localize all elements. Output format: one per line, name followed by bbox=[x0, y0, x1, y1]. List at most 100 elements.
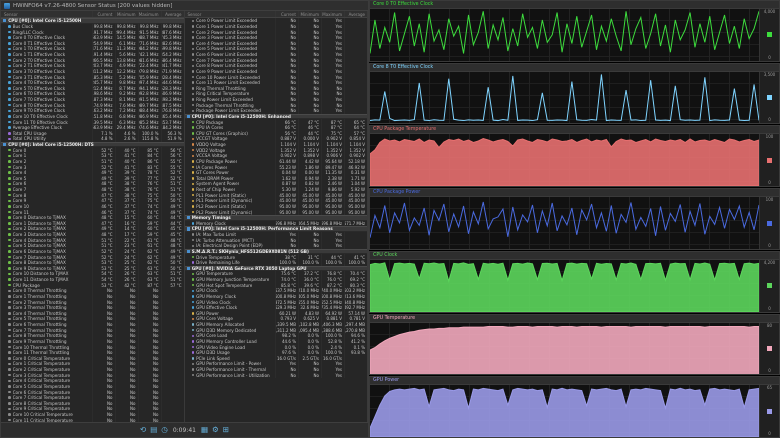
sensor-label: GPU Effective Clock bbox=[196, 305, 238, 311]
graph-titlebar[interactable]: CPU Package Power bbox=[370, 189, 779, 198]
sensor-row[interactable]: Memory Clock 1,596.8 MHz1,064.5 MHz1,596.… bbox=[185, 220, 368, 227]
column-header-sensor[interactable]: Sensor bbox=[185, 12, 276, 17]
sensor-gauge-icon bbox=[8, 30, 11, 34]
sensor-row[interactable]: Total CPU Utility 4.8 % 2.6 % 115.8 % 51.9 % bbox=[1, 136, 184, 142]
device-section-icon bbox=[186, 114, 190, 119]
sensor-gauge-icon bbox=[8, 120, 11, 124]
sensor-gauge-icon bbox=[191, 312, 195, 315]
sensor-row[interactable]: GPU Performance Limit - Utilization No No Y… bbox=[185, 372, 368, 378]
sensor-value-current: No bbox=[275, 243, 298, 249]
sensor-gauge-icon bbox=[8, 42, 11, 45]
graph-title: GPU Temperature bbox=[373, 315, 416, 321]
sensor-value-min: 2.6 % bbox=[114, 136, 138, 142]
column-header-minimum[interactable]: Minimum bbox=[298, 11, 321, 17]
sensor-label: GPU Performance Limit - Thermal bbox=[196, 367, 266, 373]
sensor-gauge-icon bbox=[8, 328, 11, 332]
column-header-current[interactable]: Current bbox=[91, 11, 115, 17]
device-section-icon bbox=[186, 216, 190, 220]
sensor-label: Core 7 bbox=[12, 187, 27, 193]
sensor-label: Core 5 Critical Temperature bbox=[12, 383, 71, 389]
reset-minmax-icon[interactable]: ⟲ bbox=[140, 426, 146, 434]
device-section-icon bbox=[3, 19, 7, 23]
graph-icon[interactable]: ▦ bbox=[201, 426, 208, 434]
graph-plot-area bbox=[370, 71, 759, 124]
sensor-gauge-icon bbox=[8, 70, 11, 73]
sensor-label: Ring Critical Temperature bbox=[196, 91, 250, 97]
sensor-label: Core 10 Critical Temperature bbox=[12, 412, 73, 418]
sensor-label: Core 10 Thermal Throttling bbox=[12, 344, 70, 350]
sensor-gauge-icon bbox=[8, 379, 11, 383]
sensor-gauge-icon bbox=[191, 58, 195, 62]
sensor-value-current: 100.0 % bbox=[275, 259, 298, 266]
sensor-label: IA Cores Power bbox=[196, 164, 228, 170]
sensor-label: Core 3 T1 Effective Clock bbox=[12, 74, 66, 80]
graph-legend-swatch bbox=[767, 283, 772, 289]
sensor-gauge-icon bbox=[191, 126, 195, 129]
sensor-gauge-icon bbox=[191, 199, 195, 203]
sensor-label: Core 4 Critical Temperature bbox=[12, 378, 71, 384]
sensor-gauge-icon bbox=[191, 368, 195, 371]
status-toolbar: ⟲ ▤ ◷ 0:09:41 ▦ ⚙ ⊞ bbox=[1, 422, 368, 437]
graph-scale-max: 3,500 bbox=[763, 71, 776, 77]
graph-titlebar[interactable]: GPU Power bbox=[370, 377, 779, 386]
graph-titlebar[interactable]: GPU Temperature bbox=[370, 314, 779, 323]
sensor-gauge-icon bbox=[8, 312, 11, 315]
sensor-gauge-icon bbox=[191, 345, 195, 349]
clock-icon[interactable]: ◷ bbox=[161, 426, 168, 434]
column-header-sensor[interactable]: Sensor bbox=[1, 12, 92, 17]
sensor-value-max: 115.8 % bbox=[137, 136, 161, 142]
sensor-label: Core 10 Distance to TjMAX bbox=[12, 271, 69, 277]
sensor-label: Core 8 T0 Effective Clock bbox=[12, 102, 66, 108]
sensor-value-avg bbox=[344, 372, 367, 378]
column-header-average[interactable]: Average bbox=[344, 11, 367, 17]
sensor-label: Core 3 Power Limit Exceeded bbox=[196, 35, 258, 41]
sensor-gauge-icon bbox=[8, 385, 11, 388]
report-icon[interactable]: ▤ bbox=[150, 426, 157, 434]
sensor-row[interactable]: PL2 Power Limit (Dynamic) 95.00 W 95.00 W9… bbox=[185, 209, 368, 215]
sensor-gauge-icon bbox=[191, 295, 195, 298]
sensor-label: Ring Power Limit Exceeded bbox=[196, 97, 253, 103]
graph-title: CPU Package Power bbox=[373, 190, 421, 196]
sensor-row[interactable]: Drive Remaining Life 100.0 % 100.0 % 100.0 … bbox=[185, 259, 368, 266]
sensor-row[interactable]: IA: Electrical Design Point (EDP) No No Yes bbox=[185, 243, 368, 249]
sensor-label: Core 6 Thermal Throttling bbox=[12, 322, 67, 328]
sensor-gauge-icon bbox=[8, 306, 11, 309]
graph-scale-max: 4,000 bbox=[763, 9, 776, 14]
sensor-gauge-icon bbox=[8, 58, 11, 62]
graph-titlebar[interactable]: CPU Clock bbox=[370, 251, 779, 260]
graph-titlebar[interactable]: Core 8 T0 Effective Clock bbox=[370, 63, 779, 72]
graph-scale-gutter: 100 0 bbox=[759, 134, 779, 187]
graph-panel-cpu-package-power: CPU Package Power 100 0 bbox=[369, 188, 780, 250]
graph-scale-min: 0 bbox=[768, 431, 771, 437]
window-titlebar[interactable]: HWiNFO64 v7.26-4800 Sensor Status [200 v… bbox=[1, 1, 368, 11]
sensor-gauge-icon bbox=[191, 165, 195, 169]
graph-legend-swatch bbox=[767, 32, 772, 38]
graph-titlebar[interactable]: Core 0 T0 Effective Clock bbox=[370, 1, 779, 9]
sensor-gauge-icon bbox=[191, 154, 195, 158]
sensor-label: GPU D3D Memory Dedicated bbox=[196, 327, 257, 333]
sensor-label: GPU Memory Junction Temperature bbox=[196, 277, 270, 283]
expand-window-icon[interactable]: ⊞ bbox=[223, 426, 229, 434]
graph-titlebar[interactable]: CPU Package Temperature bbox=[370, 126, 779, 135]
sensor-gauge-icon bbox=[191, 103, 195, 107]
sensor-row[interactable]: Package Power Limit Exceeded No No Yes bbox=[185, 108, 368, 114]
sensor-label: Core 4 Power Limit Exceeded bbox=[196, 40, 258, 46]
column-header-maximum[interactable]: Maximum bbox=[137, 11, 161, 17]
sensor-value-min: 95.00 W bbox=[298, 209, 321, 215]
sensor-gauge-icon bbox=[8, 244, 11, 248]
column-header-minimum[interactable]: Minimum bbox=[114, 11, 138, 17]
sensor-label: Core 4 Distance to TjMAX bbox=[12, 237, 66, 243]
sensor-label: Total CPU Utility bbox=[12, 136, 46, 142]
sensor-gauge-icon bbox=[8, 396, 11, 399]
sensor-gauge-icon bbox=[191, 64, 195, 68]
sensor-gauge-icon bbox=[191, 188, 195, 191]
column-header-average[interactable]: Average bbox=[160, 11, 184, 17]
column-header-maximum[interactable]: Maximum bbox=[321, 11, 344, 17]
column-header-current[interactable]: Current bbox=[275, 11, 298, 17]
sensor-value-max: Yes bbox=[321, 108, 344, 114]
sensor-label: Core 10 Power Limit Exceeded bbox=[196, 74, 260, 80]
settings-gear-icon[interactable]: ⚙ bbox=[212, 426, 219, 434]
sensor-value-min: No bbox=[298, 243, 321, 249]
sensor-gauge-icon bbox=[191, 222, 195, 225]
sensor-label: Core 11 Distance to TjMAX bbox=[12, 277, 69, 283]
